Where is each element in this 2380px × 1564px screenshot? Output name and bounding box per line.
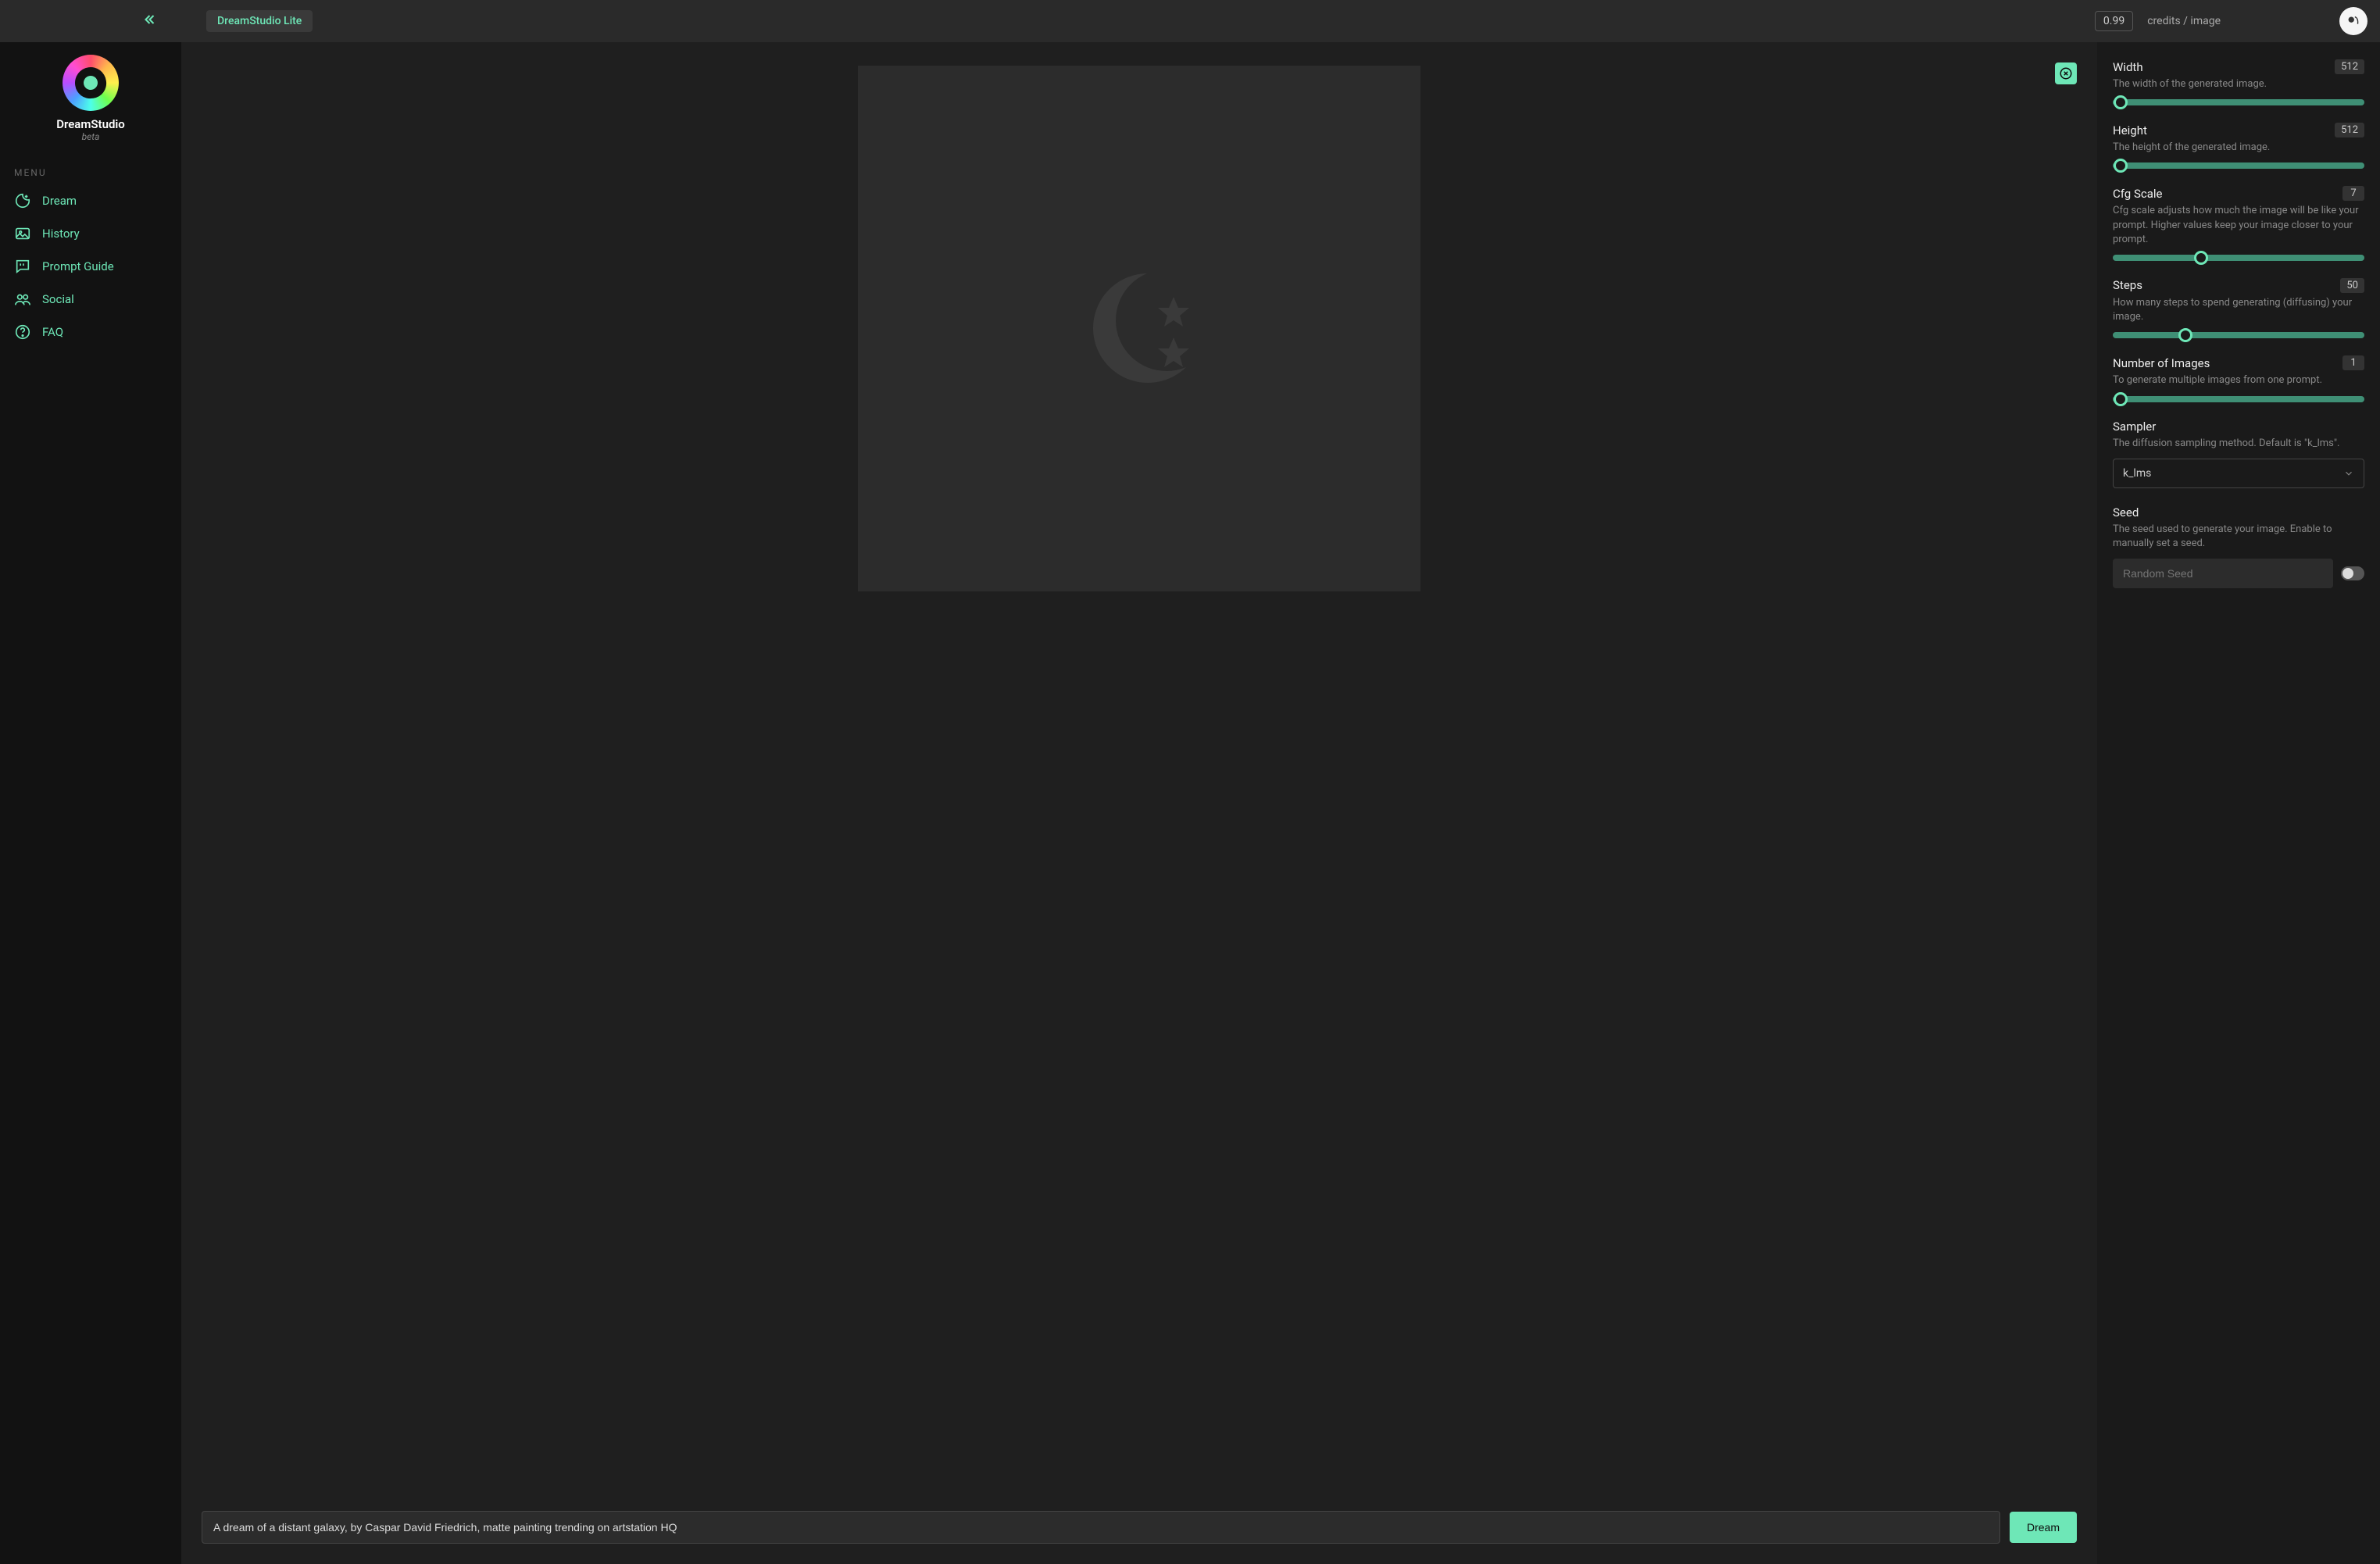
help-circle-icon: [14, 323, 31, 341]
lite-badge[interactable]: DreamStudio Lite: [206, 10, 313, 32]
moon-plus-icon: [14, 192, 31, 209]
settings-panel: Width 512 The width of the generated ima…: [2097, 42, 2380, 1564]
sidebar-item-prompt-guide[interactable]: Prompt Guide: [0, 250, 181, 283]
setting-desc: The height of the generated image.: [2113, 141, 2364, 155]
sidebar-item-label: Social: [42, 292, 74, 306]
height-slider[interactable]: [2113, 162, 2364, 169]
dream-button[interactable]: Dream: [2010, 1512, 2077, 1543]
setting-desc: Cfg scale adjusts how much the image wil…: [2113, 204, 2364, 247]
menu-header: MENU: [0, 156, 181, 184]
prompt-input[interactable]: [202, 1511, 2000, 1544]
sampler-select[interactable]: k_lms: [2113, 459, 2364, 488]
logo-icon: [63, 55, 119, 111]
setting-value: 7: [2342, 186, 2364, 201]
close-circle-icon: [2059, 66, 2073, 80]
setting-title: Number of Images: [2113, 356, 2210, 370]
setting-width: Width 512 The width of the generated ima…: [2113, 59, 2364, 105]
close-canvas-button[interactable]: [2055, 62, 2077, 84]
setting-value: 50: [2340, 278, 2364, 293]
setting-desc: The seed used to generate your image. En…: [2113, 523, 2364, 551]
setting-desc: The diffusion sampling method. Default i…: [2113, 437, 2364, 451]
sampler-selected: k_lms: [2123, 467, 2151, 480]
image-icon: [14, 225, 31, 242]
sidebar-item-social[interactable]: Social: [0, 283, 181, 316]
sidebar-item-faq[interactable]: FAQ: [0, 316, 181, 348]
chat-quote-icon: [14, 258, 31, 275]
setting-num-images: Number of Images 1 To generate multiple …: [2113, 355, 2364, 402]
steps-slider[interactable]: [2113, 332, 2364, 338]
setting-cfg: Cfg Scale 7 Cfg scale adjusts how much t…: [2113, 186, 2364, 261]
num-images-slider[interactable]: [2113, 396, 2364, 402]
credits-value: 0.99: [2095, 11, 2133, 31]
setting-sampler: Sampler The diffusion sampling method. D…: [2113, 420, 2364, 488]
topbar: DreamStudio Lite 0.99 credits / image: [0, 0, 2380, 42]
sidebar-collapse-button[interactable]: [138, 9, 166, 34]
app-title: DreamStudio: [0, 117, 181, 131]
setting-steps: Steps 50 How many steps to spend generat…: [2113, 278, 2364, 338]
sidebar-item-label: Dream: [42, 194, 77, 208]
seed-input[interactable]: [2113, 559, 2333, 588]
center-column: Dream: [181, 42, 2097, 1564]
setting-title: Width: [2113, 60, 2143, 74]
setting-desc: To generate multiple images from one pro…: [2113, 373, 2364, 387]
moon-stars-placeholder-icon: [1061, 250, 1217, 406]
setting-title: Seed: [2113, 505, 2139, 520]
cfg-slider[interactable]: [2113, 255, 2364, 261]
users-icon: [14, 291, 31, 308]
sidebar-item-label: History: [42, 227, 80, 241]
avatar-icon: [2345, 12, 2362, 30]
width-slider[interactable]: [2113, 99, 2364, 105]
avatar[interactable]: [2339, 7, 2367, 35]
chevron-down-icon: [2343, 468, 2354, 479]
setting-height: Height 512 The height of the generated i…: [2113, 123, 2364, 169]
sidebar-item-history[interactable]: History: [0, 217, 181, 250]
seed-toggle[interactable]: [2341, 566, 2364, 580]
setting-desc: How many steps to spend generating (diff…: [2113, 296, 2364, 324]
setting-value: 1: [2342, 355, 2364, 370]
logo-block: DreamStudio beta: [0, 52, 181, 156]
setting-desc: The width of the generated image.: [2113, 77, 2364, 91]
setting-title: Steps: [2113, 278, 2142, 292]
setting-seed: Seed The seed used to generate your imag…: [2113, 505, 2364, 588]
sidebar-item-label: FAQ: [42, 325, 63, 339]
sidebar-item-dream[interactable]: Dream: [0, 184, 181, 217]
preview-canvas: [858, 66, 1420, 591]
setting-value: 512: [2335, 123, 2364, 137]
app-subtitle: beta: [0, 131, 181, 142]
sidebar: DreamStudio beta MENU Dream History Prom…: [0, 42, 181, 1564]
credits-label: credits / image: [2147, 15, 2221, 27]
sidebar-item-label: Prompt Guide: [42, 259, 114, 273]
setting-value: 512: [2335, 59, 2364, 74]
setting-title: Cfg Scale: [2113, 187, 2162, 201]
setting-title: Sampler: [2113, 420, 2156, 434]
setting-title: Height: [2113, 123, 2147, 137]
